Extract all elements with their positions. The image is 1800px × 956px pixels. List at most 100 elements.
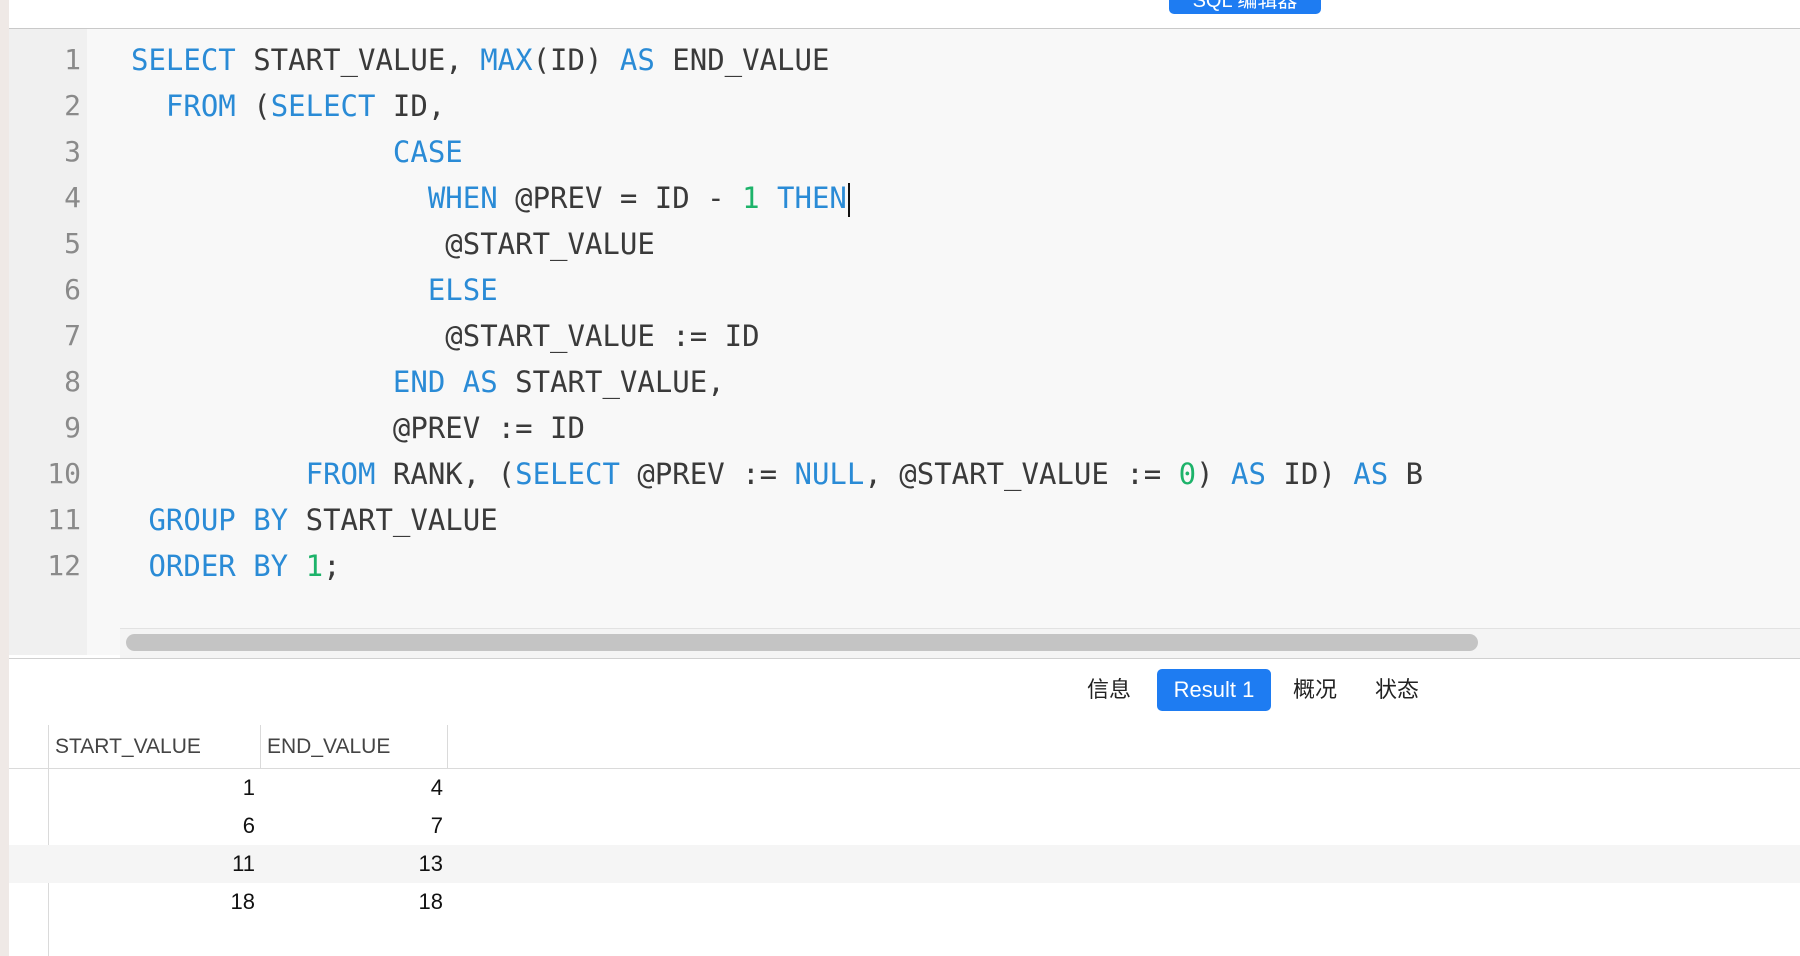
table-row[interactable]: 67 — [9, 807, 1800, 845]
sql-keyword: NULL — [794, 457, 865, 491]
code-area[interactable]: SELECT START_VALUE, MAX(ID) AS END_VALUE… — [87, 29, 1800, 655]
line-number: 4 — [64, 181, 81, 214]
code-line[interactable]: ORDER BY 1; — [131, 543, 1800, 589]
column-header-start-value[interactable]: START_VALUE — [48, 725, 260, 768]
sql-text: ID) — [1265, 457, 1354, 491]
sql-text: ID, — [375, 89, 446, 123]
code-line[interactable]: @START_VALUE — [131, 221, 1800, 267]
cell-end-value[interactable]: 4 — [260, 769, 443, 807]
sql-number: 1 — [742, 181, 760, 215]
result-grid: START_VALUE END_VALUE 1 4 6 7 11 13 18 18 — [9, 725, 1800, 956]
table-row[interactable]: 18 18 — [9, 883, 1800, 921]
sql-keyword: FROM — [165, 89, 236, 123]
line-number: 8 — [64, 365, 81, 398]
cell-start-value[interactable]: 18 — [48, 883, 255, 921]
window-left-edge — [0, 0, 9, 956]
sql-keyword: SELECT — [515, 457, 620, 491]
result-tabs-bar: 信息 Result 1 概况 状态 — [9, 658, 1800, 726]
cell-start-value[interactable]: 11 — [48, 845, 255, 883]
text-cursor — [847, 183, 850, 217]
result-tab[interactable]: 概况 — [1283, 669, 1347, 711]
sql-keyword: ELSE — [427, 273, 498, 307]
sql-text: @START_VALUE — [131, 227, 655, 261]
sql-keyword: SELECT — [131, 43, 236, 77]
sql-text: END_VALUE — [654, 43, 830, 77]
sql-text: @PREV := ID — [131, 411, 585, 445]
line-number: 7 — [64, 319, 81, 352]
sql-text: START_VALUE, — [497, 365, 725, 399]
line-number: 2 — [64, 89, 81, 122]
result-tab[interactable]: 状态 — [1365, 669, 1429, 711]
scrollbar-thumb[interactable] — [126, 634, 1478, 651]
sql-text: START_VALUE — [288, 503, 498, 537]
code-line[interactable]: ELSE — [131, 267, 1800, 313]
sql-editor-button[interactable]: SQL 编辑器 — [1169, 0, 1321, 14]
line-number-gutter: 1 2 3 4 5 6 7 8 9 10 11 12 — [9, 29, 87, 655]
line-number: 6 — [64, 273, 81, 306]
sql-keyword: GROUP BY — [148, 503, 289, 537]
sql-text: @START_VALUE := ID — [131, 319, 760, 353]
sql-text: @PREV := — [619, 457, 795, 491]
code-line[interactable]: WHEN @PREV = ID - 1 THEN — [131, 175, 1800, 221]
grid-header: START_VALUE END_VALUE — [9, 725, 1800, 769]
horizontal-scrollbar[interactable] — [120, 628, 1800, 659]
cell-start-value[interactable]: 6 — [48, 807, 255, 845]
column-header-end-value[interactable]: END_VALUE — [260, 725, 448, 768]
sql-keyword: THEN — [777, 181, 847, 215]
sql-keyword: FROM — [305, 457, 376, 491]
sql-keyword: AS — [1353, 457, 1389, 491]
code-line[interactable]: CASE — [131, 129, 1800, 175]
sql-keyword: SELECT — [270, 89, 376, 123]
result-tab[interactable]: Result 1 — [1157, 669, 1271, 711]
sql-keyword: MAX — [480, 43, 533, 77]
sql-keyword: CASE — [392, 135, 463, 169]
sql-text: RANK, ( — [375, 457, 516, 491]
sql-editor[interactable]: 1 2 3 4 5 6 7 8 9 10 11 12 SELECT START_VALUE, MAX(… — [9, 29, 1800, 655]
code-line[interactable]: FROM RANK, (SELECT @PREV := NULL, @START… — [131, 451, 1800, 497]
line-number: 5 — [64, 227, 81, 260]
sql-text: ) — [1196, 457, 1232, 491]
sql-keyword: AS — [462, 365, 498, 399]
line-number: 1 — [64, 43, 81, 76]
sql-keyword: WHEN — [427, 181, 498, 215]
cell-end-value[interactable]: 18 — [260, 883, 443, 921]
line-number: 11 — [47, 503, 81, 536]
cell-start-value[interactable]: 1 — [48, 769, 255, 807]
editor-toolbar: SQL 编辑器 — [9, 0, 1800, 29]
sql-number: 1 — [305, 549, 324, 583]
code-line[interactable]: @START_VALUE := ID — [131, 313, 1800, 359]
sql-text: ; — [323, 549, 341, 583]
cell-end-value[interactable]: 7 — [260, 807, 443, 845]
sql-number: 0 — [1178, 457, 1197, 491]
line-number: 9 — [64, 411, 81, 444]
sql-text: ( — [235, 89, 271, 123]
code-line[interactable]: GROUP BY START_VALUE — [131, 497, 1800, 543]
table-row[interactable]: 11 13 — [9, 845, 1800, 883]
code-line[interactable]: FROM (SELECT ID, — [131, 83, 1800, 129]
result-tab[interactable]: 信息 — [1077, 669, 1141, 711]
sql-keyword: AS — [619, 43, 655, 77]
code-line[interactable]: END AS START_VALUE, — [131, 359, 1800, 405]
sql-text: @PREV = ID - — [497, 181, 743, 215]
line-number: 3 — [64, 135, 81, 168]
code-line[interactable]: @PREV := ID — [131, 405, 1800, 451]
sql-keyword: END — [392, 365, 446, 399]
sql-text: , @START_VALUE := — [864, 457, 1179, 491]
table-row[interactable]: 14 — [9, 769, 1800, 807]
sql-text: START_VALUE, — [235, 43, 481, 77]
line-number: 12 — [47, 549, 81, 582]
cell-end-value[interactable]: 13 — [260, 845, 443, 883]
code-line[interactable]: SELECT START_VALUE, MAX(ID) AS END_VALUE — [131, 37, 1800, 83]
line-number: 10 — [47, 457, 81, 490]
